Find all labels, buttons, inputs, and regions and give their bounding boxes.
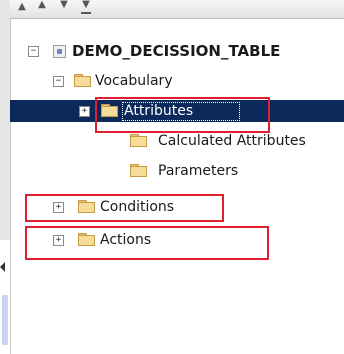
highlight-box-actions: [25, 226, 269, 260]
folder-icon: [74, 74, 91, 87]
tree-row-parameters[interactable]: Parameters: [0, 160, 344, 182]
expand-all-icon[interactable]: ▼: [76, 0, 96, 14]
folder-icon: [130, 134, 147, 147]
collapse-all-icon[interactable]: ▲: [12, 0, 32, 14]
root-label: DEMO_DECISSION_TABLE: [72, 42, 281, 60]
highlight-box-attributes: [95, 97, 270, 133]
folder-icon: [130, 164, 147, 177]
move-up-icon[interactable]: ▲: [32, 0, 52, 14]
tree-toolbar: ▲ ▲ ▼ ▼: [10, 0, 344, 19]
calculated-attributes-label: Calculated Attributes: [158, 133, 306, 149]
tree-row-vocabulary[interactable]: − Vocabulary: [0, 70, 344, 92]
move-down-icon[interactable]: ▼: [54, 0, 74, 14]
parameters-label: Parameters: [158, 163, 239, 179]
collapse-toggle-icon[interactable]: −: [53, 76, 64, 87]
tree-row-root[interactable]: − DEMO_DECISSION_TABLE: [0, 40, 344, 62]
vocabulary-label: Vocabulary: [95, 73, 173, 89]
highlight-box-conditions: [25, 194, 224, 222]
collapse-toggle-icon[interactable]: −: [28, 46, 39, 57]
collapse-arrow-icon[interactable]: [0, 262, 5, 272]
expand-toggle-icon[interactable]: +: [79, 106, 90, 117]
tree-row-calculated-attributes[interactable]: Calculated Attributes: [0, 130, 344, 152]
side-scroll-marker: [2, 295, 8, 345]
model-icon: [53, 45, 66, 58]
